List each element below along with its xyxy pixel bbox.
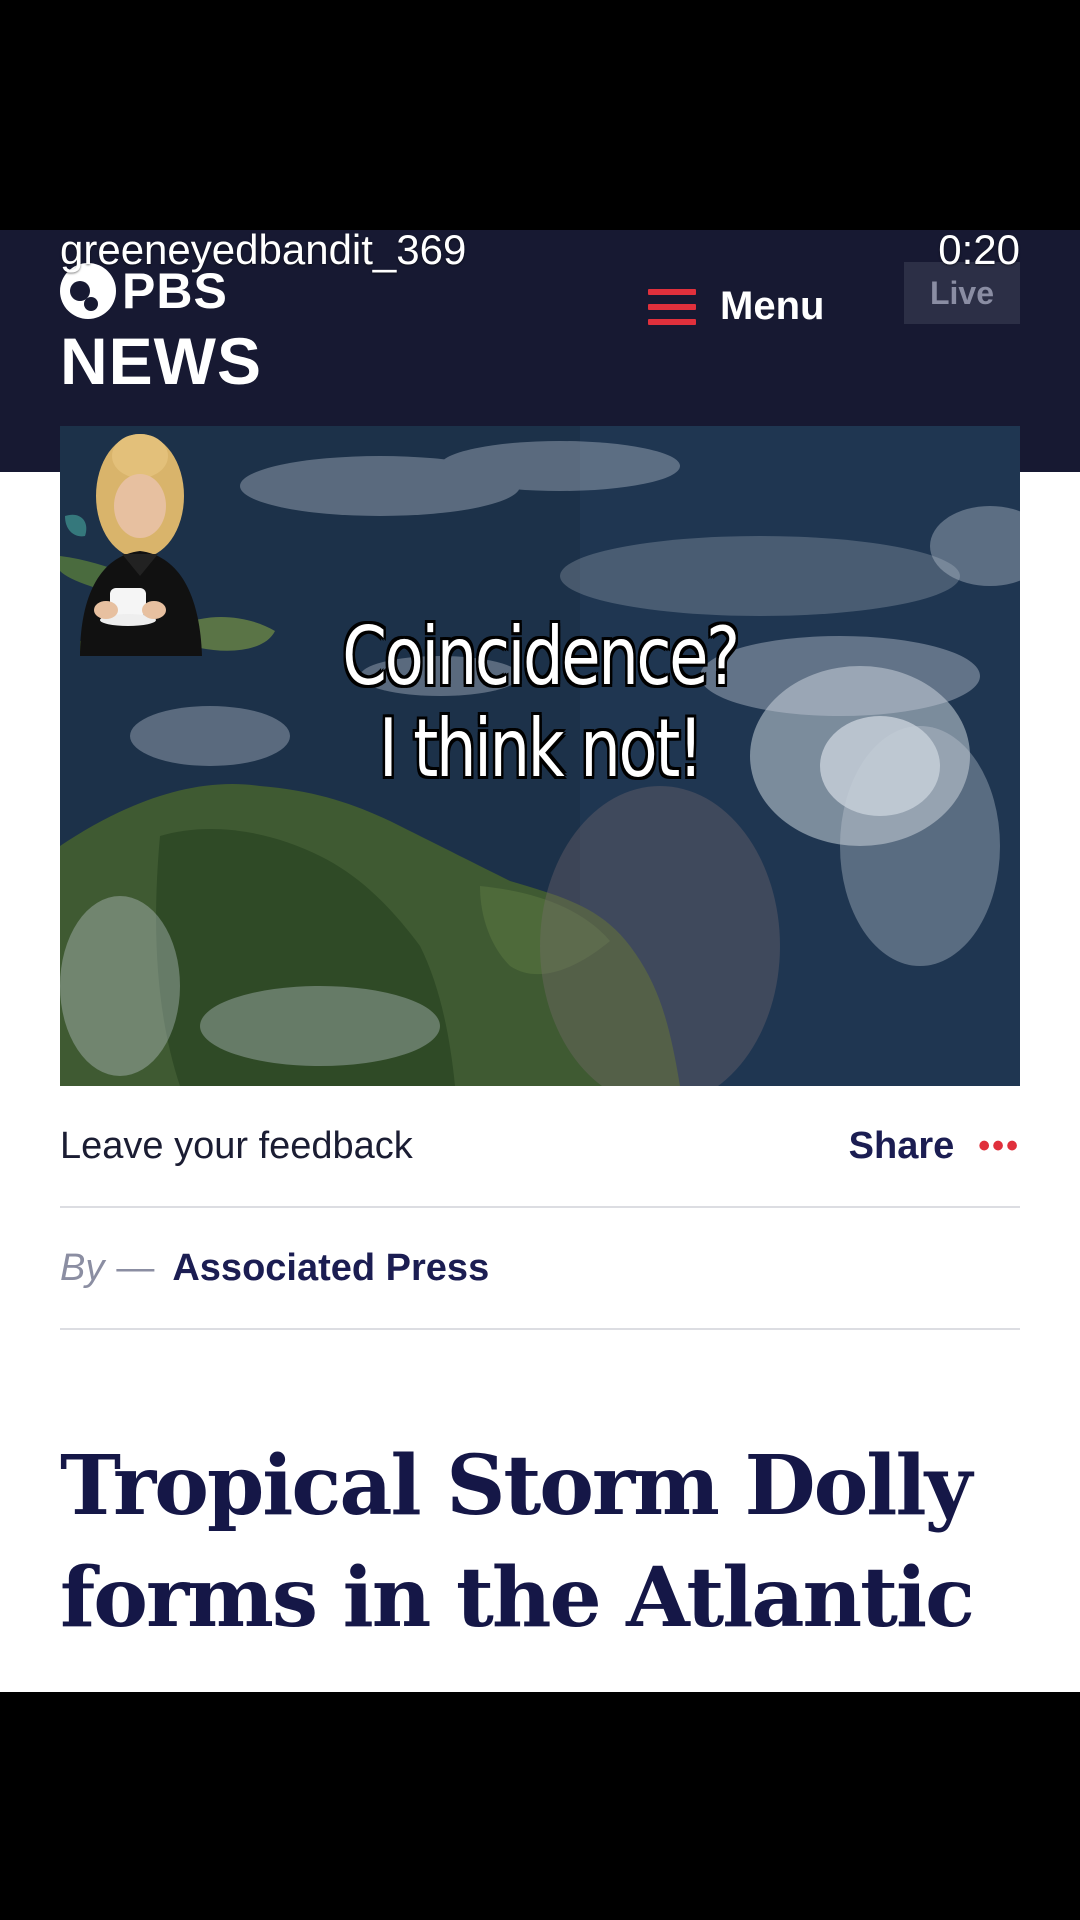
hamburger-icon: [648, 288, 696, 325]
pbs-news-logo[interactable]: PBS NEWS: [60, 260, 262, 394]
more-options-icon[interactable]: •••: [978, 1127, 1020, 1166]
logo-news-text: NEWS: [60, 324, 262, 398]
leave-feedback-link[interactable]: Leave your feedback: [60, 1125, 413, 1168]
hero-satellite-image: Coincidence? I think not!: [60, 426, 1020, 1086]
story-frame: PBS NEWS Menu Live greeneyedbandit_369 0…: [0, 0, 1080, 1920]
share-button[interactable]: Share: [849, 1125, 955, 1168]
story-timestamp: 0:20: [938, 226, 1020, 273]
meme-caption-line-1: Coincidence?: [342, 610, 740, 703]
menu-label: Menu: [720, 284, 825, 328]
woman-with-teacup-sticker: [80, 434, 202, 656]
story-username[interactable]: greeneyedbandit_369: [60, 226, 466, 274]
feedback-share-row: Leave your feedback Share •••: [60, 1086, 1020, 1208]
meme-caption-line-2: I think not!: [378, 702, 704, 795]
article-headline: Tropical Storm Dolly forms in the Atlant…: [60, 1438, 975, 1646]
menu-button[interactable]: Menu: [648, 284, 824, 329]
byline-dash: —: [116, 1246, 155, 1289]
byline-by-label: By: [60, 1246, 105, 1289]
byline: By — Associated Press: [60, 1208, 1020, 1330]
byline-author-link[interactable]: Associated Press: [172, 1247, 489, 1290]
